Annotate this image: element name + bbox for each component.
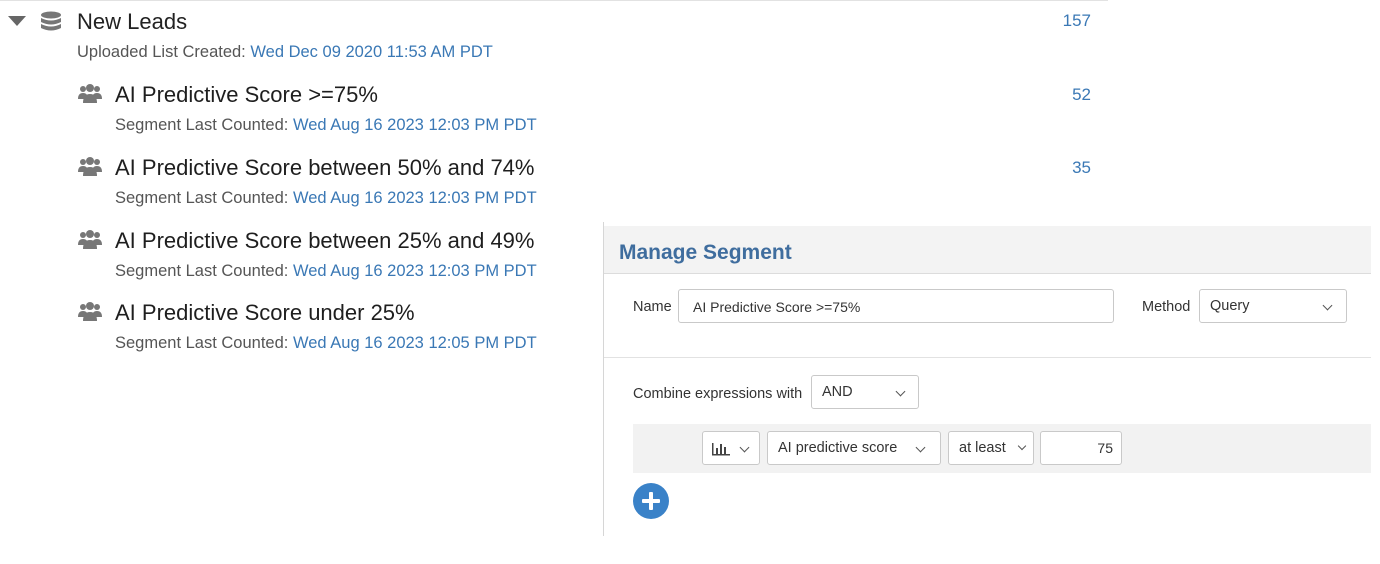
segment-count[interactable]: 52 <box>1072 85 1091 105</box>
segment-last-counted: Segment Last Counted: Wed Aug 16 2023 12… <box>115 116 537 135</box>
segment-counted-value: Wed Aug 16 2023 12:03 PM PDT <box>292 262 537 280</box>
segment-last-counted: Segment Last Counted: Wed Aug 16 2023 12… <box>115 334 537 353</box>
panel-header: Manage Segment <box>604 226 1371 274</box>
list-count[interactable]: 157 <box>1063 11 1091 31</box>
operator-value: at least <box>959 440 1006 456</box>
database-icon <box>41 11 61 31</box>
segment-title[interactable]: AI Predictive Score under 25% <box>115 300 415 326</box>
chevron-down-icon <box>895 386 906 397</box>
segment-title[interactable]: AI Predictive Score between 25% and 49% <box>115 228 534 254</box>
method-select[interactable]: Query <box>1199 289 1347 323</box>
segment-count[interactable]: 35 <box>1072 158 1091 178</box>
bar-chart-icon <box>712 443 730 456</box>
value-input[interactable]: 75 <box>1040 431 1122 465</box>
segment-title[interactable]: AI Predictive Score >=75% <box>115 82 378 108</box>
name-input[interactable]: AI Predictive Score >=75% <box>678 289 1114 323</box>
method-label: Method <box>1142 299 1191 315</box>
group-icon <box>78 230 102 255</box>
list-created: Uploaded List Created: Wed Dec 09 2020 1… <box>77 43 493 62</box>
combine-select[interactable]: AND <box>811 375 919 409</box>
method-value: Query <box>1210 298 1250 314</box>
top-divider <box>0 0 1108 1</box>
combine-label: Combine expressions with <box>633 386 803 402</box>
group-icon <box>78 157 102 182</box>
group-icon <box>78 84 102 109</box>
segment-counted-label: Segment Last Counted: <box>115 116 289 134</box>
chevron-down-icon <box>1322 300 1333 311</box>
list-created-label: Uploaded List Created: <box>77 43 246 61</box>
segment-counted-label: Segment Last Counted: <box>115 262 289 280</box>
section-divider <box>604 357 1371 358</box>
chevron-down-icon <box>915 442 926 453</box>
plus-circle-icon[interactable] <box>633 483 669 519</box>
segment-counted-value: Wed Aug 16 2023 12:03 PM PDT <box>292 189 537 207</box>
segment-title[interactable]: AI Predictive Score between 50% and 74% <box>115 155 534 181</box>
field-value: AI predictive score <box>778 440 898 456</box>
manage-segment-panel: Manage Segment Name AI Predictive Score … <box>603 222 1380 536</box>
segment-counted-label: Segment Last Counted: <box>115 334 289 352</box>
panel-title: Manage Segment <box>619 241 792 264</box>
chevron-down-icon <box>739 442 750 453</box>
expression-row: AI predictive score at least 75 <box>633 424 1371 473</box>
segment-counted-label: Segment Last Counted: <box>115 189 289 207</box>
chevron-down-icon <box>1017 441 1027 451</box>
field-type-select[interactable] <box>702 431 760 465</box>
name-label: Name <box>633 299 672 315</box>
segment-counted-value: Wed Aug 16 2023 12:05 PM PDT <box>292 334 537 352</box>
combine-value: AND <box>822 384 853 400</box>
field-select[interactable]: AI predictive score <box>767 431 941 465</box>
segment-last-counted: Segment Last Counted: Wed Aug 16 2023 12… <box>115 189 537 208</box>
caret-down-icon[interactable] <box>8 16 26 26</box>
operator-select[interactable]: at least <box>948 431 1034 465</box>
group-icon <box>78 302 102 327</box>
list-title[interactable]: New Leads <box>77 9 187 35</box>
segment-counted-value: Wed Aug 16 2023 12:03 PM PDT <box>292 116 537 134</box>
segment-last-counted: Segment Last Counted: Wed Aug 16 2023 12… <box>115 262 537 281</box>
list-created-value: Wed Dec 09 2020 11:53 AM PDT <box>250 43 493 61</box>
